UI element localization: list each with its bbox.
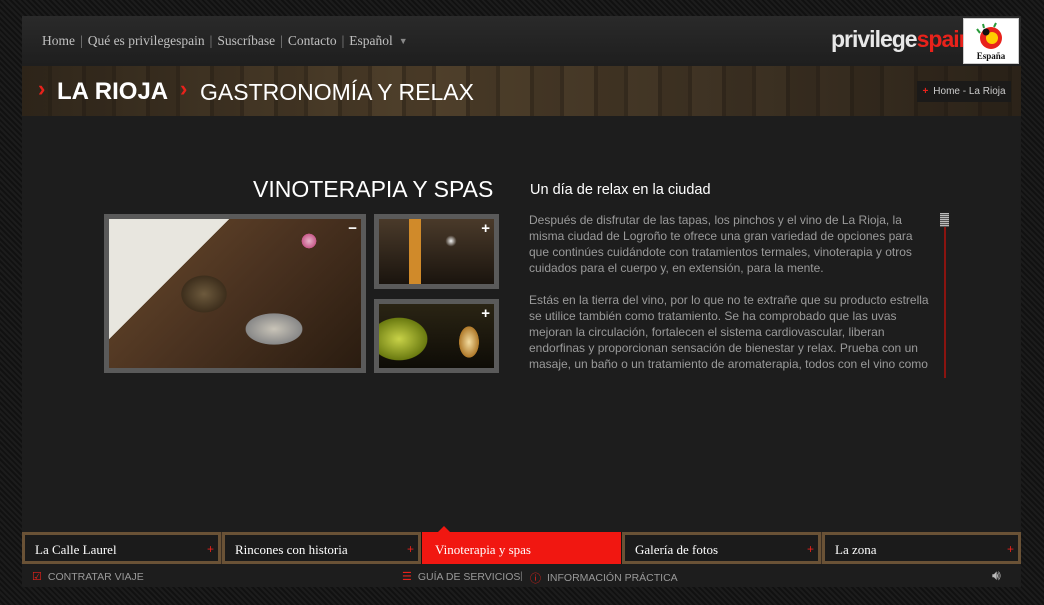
nav-separator: | — [80, 33, 83, 48]
plus-icon: + — [206, 542, 214, 556]
article-paragraph: Estás en la tierra del vino, por lo que … — [529, 293, 929, 371]
scrollbar-track[interactable] — [944, 213, 946, 378]
scrollbar-thumb[interactable] — [940, 213, 949, 227]
nav-separator: | — [341, 33, 345, 48]
footer-separator: | — [520, 570, 523, 582]
privilegespain-logo[interactable]: privilegespain — [831, 26, 973, 53]
page-frame: Home | Qué es privilegespain | Suscríbas… — [22, 16, 1021, 587]
expand-icon[interactable]: + — [481, 306, 490, 321]
nav-home-link[interactable]: Home — [42, 33, 75, 49]
chevron-right-icon: › — [180, 76, 188, 101]
nav-separator: | — [209, 33, 213, 48]
plus-icon: + — [806, 542, 814, 556]
logo-text-part1: privilege — [831, 26, 918, 52]
checkbox-icon: ☑ — [32, 571, 42, 583]
gallery-photo-thumb[interactable]: + — [374, 299, 499, 373]
gallery-photo-thumb[interactable]: + — [374, 214, 499, 289]
section-tabs: La Calle Laurel + Rincones con historia … — [22, 532, 1021, 564]
plus-icon: + — [1006, 542, 1014, 556]
language-selector[interactable]: Español — [349, 33, 393, 49]
tab-rincones-con-historia[interactable]: Rincones con historia + — [222, 532, 421, 564]
contract-trip-link[interactable]: ☑ CONTRATAR VIAJE — [32, 570, 144, 584]
spain-sun-icon: España — [976, 22, 1006, 61]
top-bar: Home | Qué es privilegespain | Suscríbas… — [22, 16, 1021, 66]
list-icon: ☰ — [402, 571, 412, 583]
tab-label: La zona — [835, 542, 877, 557]
speaker-icon[interactable]: 🔊︎ — [992, 567, 1001, 584]
breadcrumb[interactable]: + Home - La Rioja — [917, 81, 1011, 102]
spa-pool-image — [379, 304, 494, 368]
footer-bar: ☑ CONTRATAR VIAJE ☰ GUÍA DE SERVICIOS | … — [22, 566, 1021, 586]
spa-stones-image — [109, 219, 361, 368]
services-guide-label: GUÍA DE SERVICIOS — [417, 570, 521, 583]
nav-contact-link[interactable]: Contacto — [288, 33, 337, 49]
expand-icon[interactable]: + — [481, 221, 490, 236]
tab-label: Vinoterapia y spas — [435, 542, 531, 557]
nav-separator: | — [280, 33, 283, 48]
practical-info-label: INFORMACIÓN PRÁCTICA — [547, 572, 678, 584]
article-body: Después de disfrutar de las tapas, los p… — [529, 212, 935, 374]
tab-la-calle-laurel[interactable]: La Calle Laurel + — [22, 532, 221, 564]
breadcrumb-text[interactable]: Home - La Rioja — [933, 86, 1005, 97]
tab-label: Rincones con historia — [235, 542, 348, 557]
tab-label: La Calle Laurel — [35, 542, 117, 557]
chevron-right-icon: › — [38, 76, 46, 101]
contract-trip-label: CONTRATAR VIAJE — [47, 570, 144, 583]
tab-galeria-de-fotos[interactable]: Galería de fotos + — [622, 532, 821, 564]
collapse-icon[interactable]: − — [348, 221, 357, 236]
nav-subscribe-link[interactable]: Suscríbase — [217, 33, 275, 49]
tab-label: Galería de fotos — [635, 542, 719, 557]
spa-lounge-image — [379, 219, 494, 284]
content-title: VINOTERAPIA Y SPAS — [253, 176, 494, 202]
nav-about-link[interactable]: Qué es privilegespain — [88, 33, 205, 49]
svg-text:España: España — [977, 51, 1006, 61]
plus-icon: + — [922, 86, 929, 97]
gallery-photo-main[interactable]: − — [104, 214, 366, 373]
header-band: › LA RIOJA › GASTRONOMÍA Y RELAX + Home … — [22, 66, 1021, 116]
tab-la-zona[interactable]: La zona + — [822, 532, 1021, 564]
services-guide-link[interactable]: ☰ GUÍA DE SERVICIOS — [402, 570, 521, 584]
article-heading: Un día de relax en la ciudad — [530, 182, 711, 198]
tab-vinoterapia-y-spas[interactable]: Vinoterapia y spas + — [422, 532, 621, 564]
region-title: LA RIOJA — [57, 78, 169, 105]
chevron-down-icon[interactable]: ▼ — [399, 36, 408, 46]
article-paragraph: Después de disfrutar de las tapas, los p… — [529, 213, 913, 275]
plus-icon: + — [406, 542, 414, 556]
section-title: GASTRONOMÍA Y RELAX — [200, 79, 474, 105]
spain-tourism-logo: España — [963, 18, 1019, 64]
practical-info-link[interactable]: ⓘ INFORMACIÓN PRÁCTICA — [530, 570, 678, 586]
info-icon: ⓘ — [530, 573, 541, 585]
top-navigation: Home | Qué es privilegespain | Suscríbas… — [42, 33, 408, 49]
